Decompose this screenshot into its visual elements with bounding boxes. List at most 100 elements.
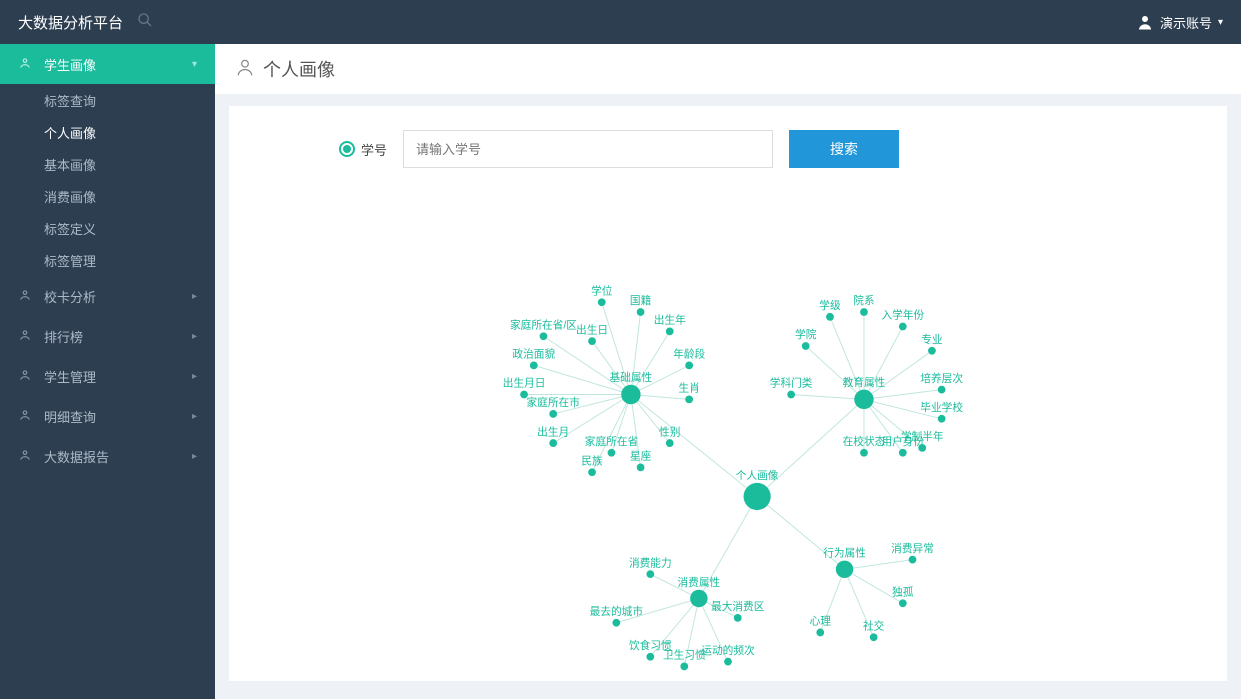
main-content: 个人画像 学号 搜索 学位国籍出生年年龄段生肖性别星座民族家庭所在省出生月出生月… (215, 44, 1241, 699)
sidebar-section-0[interactable]: 学生画像▾ (0, 44, 215, 84)
radio-student-id[interactable]: 学号 (339, 140, 387, 159)
graph-node[interactable] (938, 386, 946, 394)
sidebar-item-0-1[interactable]: 个人画像 (0, 116, 215, 148)
graph-node-label: 出生年 (654, 314, 686, 327)
graph-node[interactable] (646, 570, 654, 578)
graph-node[interactable] (637, 308, 645, 316)
graph-node[interactable] (826, 313, 834, 321)
graph-node-label: 出生月 (537, 425, 569, 438)
graph-node-label: 独孤 (892, 586, 914, 599)
sidebar-item-0-0[interactable]: 标签查询 (0, 84, 215, 116)
graph-node-label: 卫生习惯 (663, 649, 706, 662)
graph-node[interactable] (899, 323, 907, 331)
user-icon (235, 57, 255, 82)
user-menu[interactable]: 演示账号 ▾ (1136, 13, 1223, 32)
graph-node[interactable] (734, 614, 742, 622)
graph-node-label: 毕业学校 (920, 401, 963, 414)
sidebar-section-5[interactable]: 大数据报告 ▸ (0, 436, 215, 476)
graph-node[interactable] (549, 439, 557, 447)
chevron-right-icon: ▸ (192, 291, 197, 302)
sidebar-section-label: 学生管理 (44, 367, 96, 386)
graph-node[interactable] (854, 390, 873, 409)
graph-node-label: 培养层次 (920, 372, 963, 385)
sidebar-item-0-3[interactable]: 消费画像 (0, 180, 215, 212)
chevron-down-icon: ▾ (1218, 17, 1223, 28)
graph-edge (543, 336, 630, 394)
graph-node[interactable] (588, 337, 596, 345)
graph-node-label: 用户身份 (881, 435, 924, 448)
graph-node[interactable] (690, 590, 707, 607)
username: 演示账号 (1160, 13, 1212, 32)
sidebar-item-0-4[interactable]: 标签定义 (0, 212, 215, 244)
graph-node[interactable] (540, 332, 548, 340)
graph-node-label: 国籍 (630, 294, 652, 307)
graph-node[interactable] (744, 483, 771, 510)
chevron-right-icon: ▸ (192, 451, 197, 462)
graph-node[interactable] (598, 298, 606, 306)
sidebar-section-2[interactable]: 排行榜 ▸ (0, 316, 215, 356)
graph-node[interactable] (685, 395, 693, 403)
graph-node[interactable] (836, 561, 853, 578)
graph-node[interactable] (860, 308, 868, 316)
graph-node[interactable] (899, 599, 907, 607)
graph-node[interactable] (928, 347, 936, 355)
brand-title: 大数据分析平台 (18, 12, 123, 33)
list-icon (18, 408, 34, 425)
graph-node-label: 生肖 (678, 382, 699, 395)
graph-node[interactable] (816, 629, 824, 637)
graph-node[interactable] (608, 449, 616, 457)
graph-node-label: 年龄段 (673, 348, 705, 361)
graph-node-label: 政治面貌 (512, 348, 555, 361)
topbar: 大数据分析平台 演示账号 ▾ (0, 0, 1241, 44)
graph-node[interactable] (724, 658, 732, 666)
chevron-right-icon: ▸ (192, 371, 197, 382)
search-row: 学号 搜索 (339, 130, 1197, 168)
graph-node-label: 运动的频次 (701, 644, 755, 657)
graph-node[interactable] (938, 415, 946, 423)
graph-node[interactable] (549, 410, 557, 418)
relationship-graph[interactable]: 学位国籍出生年年龄段生肖性别星座民族家庭所在省出生月出生月日家庭所在市政治面貌家… (229, 176, 1227, 681)
sidebar-section-label: 大数据报告 (44, 447, 109, 466)
graph-node[interactable] (588, 468, 596, 476)
graph-node[interactable] (870, 633, 878, 641)
graph-node-label: 个人画像 (736, 470, 779, 482)
graph-node[interactable] (787, 391, 795, 399)
graph-node-label: 社交 (863, 620, 885, 633)
graph-node-label: 行为属性 (823, 547, 866, 560)
graph-node[interactable] (646, 653, 654, 661)
search-input[interactable] (403, 130, 773, 168)
graph-node-label: 最大消费区 (711, 600, 765, 613)
graph-node[interactable] (685, 361, 693, 369)
sidebar-section-3[interactable]: 学生管理 ▸ (0, 356, 215, 396)
sidebar-section-4[interactable]: 明细查询▸ (0, 396, 215, 436)
sidebar-item-0-5[interactable]: 标签管理 (0, 244, 215, 276)
user-icon (1136, 13, 1154, 31)
graph-node-label: 家庭所在省/区 (510, 318, 577, 331)
graph-node[interactable] (802, 342, 810, 350)
graph-node[interactable] (680, 663, 688, 671)
graph-node-label: 民族 (581, 454, 603, 467)
graph-node-label: 最去的城市 (590, 605, 644, 618)
search-icon[interactable] (137, 12, 153, 32)
graph-node-label: 学院 (795, 328, 817, 341)
search-button[interactable]: 搜索 (789, 130, 899, 168)
radio-label: 学号 (361, 140, 387, 159)
graph-node[interactable] (899, 449, 907, 457)
sidebar: 学生画像▾标签查询个人画像基本画像消费画像标签定义标签管理校卡分析▸排行榜▸学生… (0, 44, 215, 699)
graph-node-label: 家庭所在市 (527, 396, 581, 409)
graph-node[interactable] (621, 385, 640, 404)
graph-node[interactable] (530, 361, 538, 369)
sidebar-item-0-2[interactable]: 基本画像 (0, 148, 215, 180)
sidebar-section-label: 排行榜 (44, 327, 83, 346)
graph-node[interactable] (909, 556, 917, 564)
graph-node[interactable] (860, 449, 868, 457)
graph-node[interactable] (637, 463, 645, 471)
sidebar-section-label: 学生画像 (44, 55, 96, 74)
sidebar-section-1[interactable]: 校卡分析▸ (0, 276, 215, 316)
graph-node[interactable] (666, 328, 674, 336)
chevron-right-icon: ▸ (192, 331, 197, 342)
graph-node[interactable] (612, 619, 620, 627)
report-icon (18, 448, 34, 465)
graph-edge (845, 560, 913, 570)
graph-node[interactable] (666, 439, 674, 447)
